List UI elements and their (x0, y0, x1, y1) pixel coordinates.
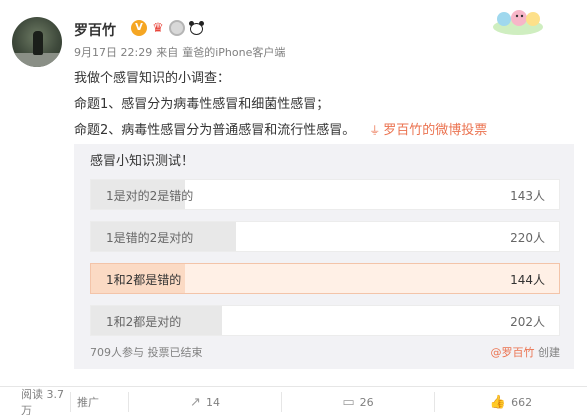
poll-option-3-label: 1和2都是错的 (106, 273, 182, 287)
post-body: 我做个感冒知识的小调查： 命题1、感冒分为病毒性感冒和细菌性感冒； 命题2、病毒… (74, 66, 487, 144)
post-device: 童爸的iPhone客户端 (182, 46, 286, 59)
poll-option-2[interactable]: 1是错的2是对的 220人 (90, 221, 560, 252)
read-count: 阅读 3.7万 (0, 388, 70, 415)
vote-link[interactable]: ⏚ 罗百竹的微博投票 (369, 123, 487, 138)
post-line-3: 命题2、病毒性感冒分为普通感冒和流行性感冒。 ⏚ 罗百竹的微博投票 (74, 118, 487, 144)
share-icon: ↗ (190, 394, 201, 410)
poll-option-3[interactable]: 1和2都是错的 144人 (90, 263, 560, 294)
medal-icon[interactable] (169, 20, 185, 36)
panda-icon[interactable] (188, 20, 205, 36)
promote-label: 推广 (77, 396, 99, 409)
post-from: 来自 (156, 46, 179, 59)
post-meta: 9月17日 22:29 来自 童爸的iPhone客户端 (74, 44, 285, 60)
share-count: 14 (205, 395, 220, 409)
verified-v-icon[interactable]: V (131, 20, 147, 36)
comment-button[interactable]: ▭ 26 (281, 392, 434, 412)
poll-option-1-count: 143人 (510, 189, 545, 203)
poll-title: 感冒小知识测试！ (90, 154, 195, 169)
post-line-2: 命题1、感冒分为病毒性感冒和细菌性感冒； (74, 97, 330, 112)
action-bar: 阅读 3.7万 推广 ↗ 14 ▭ 26 👍 662 (0, 386, 587, 415)
poll-option-4-count: 202人 (510, 315, 545, 329)
thumbs-up-icon: 👍 (489, 394, 507, 410)
promote-button[interactable]: 推广 (70, 392, 128, 412)
share-button[interactable]: ↗ 14 (128, 392, 281, 412)
author-badges: V ♛ (131, 20, 205, 36)
poll-option-1-label: 1是对的2是错的 (106, 189, 194, 203)
poll-option-1[interactable]: 1是对的2是错的 143人 (90, 179, 560, 210)
poll-card: 感冒小知识测试！ 1是对的2是错的 143人 1是错的2是对的 220人 1和2… (74, 144, 574, 369)
comment-icon: ▭ (342, 394, 355, 410)
poll-footer: 709人参与 投票已结束 (90, 346, 203, 359)
read-count-text: 阅读 3.7万 (21, 388, 64, 415)
poll-creator: @罗百竹 创建 (491, 344, 561, 360)
avatar-ground (12, 53, 62, 67)
poll-option-2-count: 220人 (510, 231, 545, 245)
post-date[interactable]: 9月17日 22:29 (74, 44, 152, 60)
poll-creator-link[interactable]: @罗百竹 (491, 346, 535, 359)
post-line-1: 我做个感冒知识的小调查： (74, 71, 231, 86)
like-button[interactable]: 👍 662 (434, 392, 587, 412)
cartoon-decoration-icon (493, 10, 543, 35)
poll-option-4-label: 1和2都是对的 (106, 315, 182, 329)
like-count: 662 (511, 395, 533, 409)
poll-option-3-count: 144人 (510, 273, 545, 287)
poll-option-4[interactable]: 1和2都是对的 202人 (90, 305, 560, 336)
author-name[interactable]: 罗百竹 (74, 20, 116, 40)
post-line-3-text: 命题2、病毒性感冒分为普通感冒和流行性感冒。 (74, 123, 356, 138)
comment-count: 26 (359, 395, 374, 409)
crown-icon[interactable]: ♛ (150, 20, 166, 36)
poll-option-2-label: 1是错的2是对的 (106, 231, 194, 245)
avatar[interactable] (12, 17, 62, 67)
vote-link-label[interactable]: 罗百竹的微博投票 (383, 123, 487, 138)
avatar-figure (33, 31, 43, 55)
vote-icon: ⏚ (369, 124, 381, 137)
poll-creator-suffix: 创建 (538, 346, 560, 359)
